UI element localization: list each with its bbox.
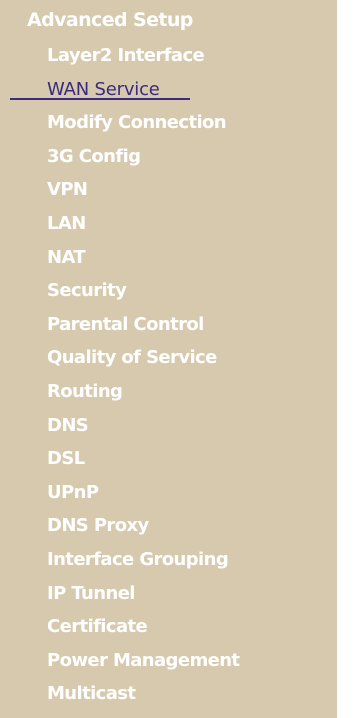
nav-item-certificate[interactable]: Certificate: [47, 616, 239, 650]
nav-item-label: VPN: [47, 179, 88, 201]
nav-item-label: Routing: [47, 380, 123, 402]
nav-item-label: DSL: [47, 448, 85, 470]
nav-item-vpn[interactable]: VPN: [47, 179, 239, 213]
nav-item-quality-of-service[interactable]: Quality of Service: [47, 347, 239, 381]
nav-item-label: Interface Grouping: [47, 548, 229, 570]
nav-item-label: Layer2 Interface: [47, 45, 205, 66]
nav-item-label: UPnP: [47, 481, 99, 503]
nav-item-dsl[interactable]: DSL: [47, 448, 239, 482]
nav-item-interface-grouping[interactable]: Interface Grouping: [47, 549, 239, 583]
nav-item-upnp[interactable]: UPnP: [47, 482, 239, 516]
nav-item-3g-config[interactable]: 3G Config: [47, 146, 239, 180]
nav-item-multicast[interactable]: Multicast: [47, 683, 239, 717]
nav-item-label: Multicast: [47, 683, 136, 705]
selected-item-underline: [10, 98, 190, 100]
nav-item-dns[interactable]: DNS: [47, 415, 239, 449]
nav-item-security[interactable]: Security: [47, 280, 239, 314]
nav-item-power-management[interactable]: Power Management: [47, 649, 240, 684]
nav-item-ip-tunnel[interactable]: IP Tunnel: [47, 583, 239, 617]
nav-item-label: NAT: [47, 246, 86, 268]
nav-item-label: IP Tunnel: [47, 582, 135, 604]
nav-item-parental-control[interactable]: Parental Control: [47, 314, 239, 348]
nav-item-nat[interactable]: NAT: [47, 247, 239, 281]
nav-item-label: DNS: [47, 414, 89, 436]
nav-item-label: Parental Control: [47, 313, 204, 335]
nav-item-label: Quality of Service: [47, 347, 217, 369]
nav-item-label: DNS Proxy: [47, 515, 149, 537]
nav-item-modify-connection[interactable]: Modify Connection: [47, 112, 239, 146]
nav-item-label: Certificate: [47, 616, 148, 638]
nav-item-lan[interactable]: LAN: [47, 213, 239, 247]
nav-item-label: Security: [47, 280, 127, 302]
nav-item-label: Power Management: [47, 649, 240, 671]
nav-item-label: Modify Connection: [47, 112, 227, 134]
nav-header-advanced-setup[interactable]: Advanced Setup: [27, 9, 193, 31]
nav-item-wan-service[interactable]: WAN Service: [47, 79, 239, 113]
nav-item-label: LAN: [47, 212, 86, 234]
navigation-panel: Advanced Setup Layer2 Interface WAN Serv…: [0, 0, 337, 718]
nav-item-label: 3G Config: [47, 145, 141, 167]
nav-item-routing[interactable]: Routing: [47, 381, 239, 415]
nav-item-layer2-interface[interactable]: Layer2 Interface: [47, 45, 239, 79]
nav-item-dns-proxy[interactable]: DNS Proxy: [47, 515, 239, 549]
nav-list: Layer2 Interface WAN Service Modify Conn…: [47, 45, 240, 717]
